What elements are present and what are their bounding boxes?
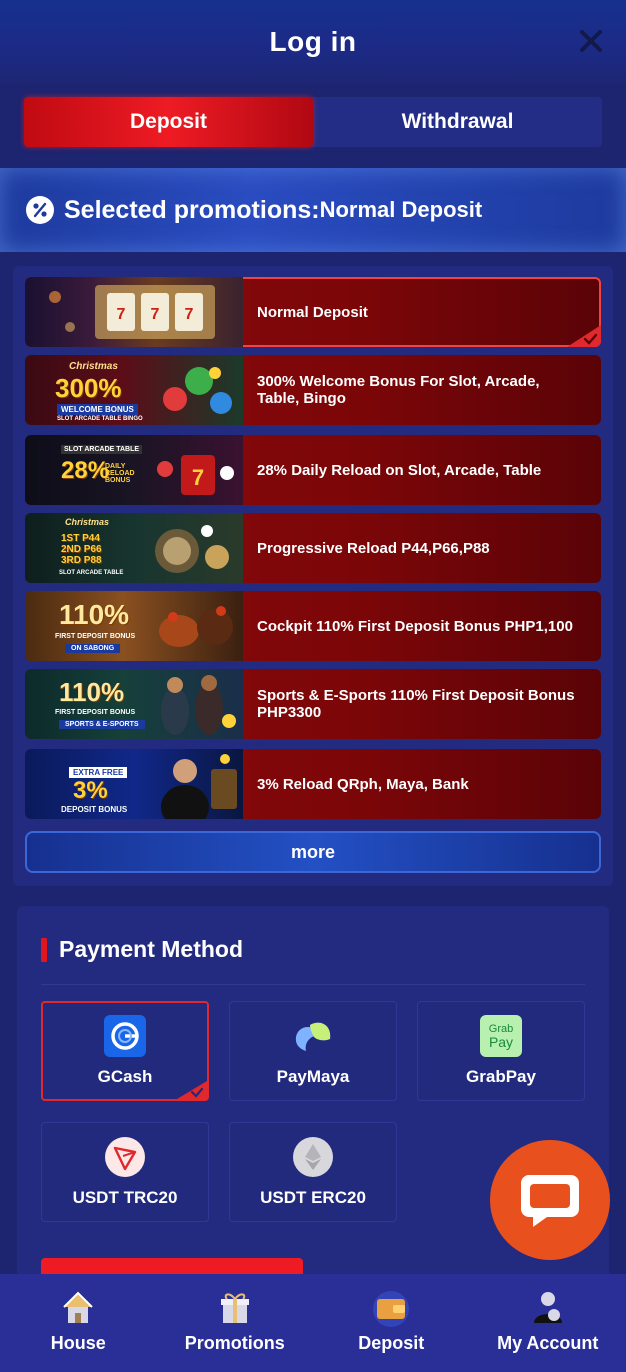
nav-label: Promotions xyxy=(184,1333,285,1353)
payment-option-usdt-erc20[interactable]: USDT ERC20 xyxy=(229,1122,397,1222)
thumb-text: SLOT ARCADE TABLE xyxy=(61,445,143,454)
payment-option-grabpay[interactable]: Grab Pay GrabPay xyxy=(417,1001,585,1101)
tron-icon xyxy=(104,1136,146,1178)
thumb-big-text: 110% xyxy=(59,677,125,707)
promo-label: 28% Daily Reload on Slot, Arcade, Table xyxy=(257,461,542,479)
payment-option-name: PayMaya xyxy=(276,1067,350,1086)
account-icon xyxy=(528,1287,568,1327)
thumb-line: 3RD P88 xyxy=(61,555,102,566)
nav-label: House xyxy=(50,1333,106,1353)
svg-text:7: 7 xyxy=(185,306,194,323)
payment-option-usdt-trc20[interactable]: USDT TRC20 xyxy=(41,1122,209,1222)
promo-label: Cockpit 110% First Deposit Bonus PHP1,10… xyxy=(257,617,573,635)
slot-machine-thumbnail: 7 7 7 xyxy=(25,277,243,347)
promo-thumbnail: EXTRA FREE 3% DEPOSIT BONUS xyxy=(25,749,243,819)
nav-label: Deposit xyxy=(358,1333,425,1353)
promo-item[interactable]: EXTRA FREE 3% DEPOSIT BONUS 3% Reload QR… xyxy=(25,749,601,819)
payment-method-heading: Payment Method xyxy=(41,936,243,963)
thumb-big-text: 110% xyxy=(59,599,130,630)
nav-item-my-account[interactable]: My Account xyxy=(470,1274,626,1372)
selected-check-icon xyxy=(177,1081,207,1099)
grabpay-icon: Grab Pay xyxy=(480,1015,522,1057)
promo-item[interactable]: 110% FIRST DEPOSIT BONUS ON SABONG Cockp… xyxy=(25,591,601,661)
promo-item[interactable]: Christmas 300% WELCOME BONUS SLOT ARCADE… xyxy=(25,355,601,425)
promo-label: Sports & E-Sports 110% First Deposit Bon… xyxy=(257,687,575,721)
thumb-text: SLOT ARCADE TABLE xyxy=(59,570,124,576)
promotions-list: 7 7 7 Normal Deposit Christmas 300% WELC… xyxy=(13,266,613,886)
promo-label: 3% Reload QRph, Maya, Bank xyxy=(257,775,469,793)
thumb-text: DAILY RELOAD BONUS xyxy=(105,463,135,484)
bottom-nav: House Promotions Deposit My Account xyxy=(0,1274,626,1372)
payment-option-name: USDT ERC20 xyxy=(260,1188,366,1207)
nav-item-deposit[interactable]: Deposit xyxy=(313,1274,470,1372)
deposit-withdrawal-tabs: Deposit Withdrawal xyxy=(24,97,602,147)
promo-thumbnail: SLOT ARCADE TABLE 28% DAILY RELOAD BONUS… xyxy=(25,435,243,505)
tab-withdrawal[interactable]: Withdrawal xyxy=(313,97,602,147)
thumb-text: FIRST DEPOSIT BONUS xyxy=(55,709,136,716)
svg-text:7: 7 xyxy=(192,465,204,490)
paymaya-icon xyxy=(292,1015,334,1057)
payment-option-name: USDT TRC20 xyxy=(72,1188,178,1207)
nav-item-promotions[interactable]: Promotions xyxy=(157,1274,314,1372)
thumb-line: 2ND P66 xyxy=(61,544,102,555)
live-chat-button[interactable] xyxy=(490,1140,610,1260)
gift-icon xyxy=(215,1287,255,1327)
close-icon[interactable] xyxy=(576,26,606,56)
selected-promotions-banner: Selected promotions: Normal Deposit xyxy=(0,168,626,252)
promo-item[interactable]: SLOT ARCADE TABLE 28% DAILY RELOAD BONUS… xyxy=(25,435,601,505)
nav-label: My Account xyxy=(497,1333,599,1353)
tab-deposit[interactable]: Deposit xyxy=(24,97,313,147)
selected-check-icon xyxy=(567,325,601,347)
payment-method-title: Payment Method xyxy=(59,936,244,962)
thumb-big-text: 28% xyxy=(61,457,110,484)
wallet-icon xyxy=(371,1287,411,1327)
svg-text:7: 7 xyxy=(117,306,126,323)
thumb-big-text: 3% xyxy=(73,777,108,804)
grabpay-icon-text: Pay xyxy=(488,1033,514,1050)
thumb-text: WELCOME BONUS xyxy=(57,404,138,415)
percent-icon xyxy=(26,196,54,224)
promo-label: Progressive Reload P44,P66,P88 xyxy=(257,539,490,557)
promo-thumbnail: 110% FIRST DEPOSIT BONUS SPORTS & E-SPOR… xyxy=(25,669,243,739)
promo-label: Normal Deposit xyxy=(257,303,368,321)
grabpay-icon-text: Grab xyxy=(488,1022,514,1035)
house-icon xyxy=(58,1287,98,1327)
selected-promotions-value: Normal Deposit xyxy=(319,197,483,222)
page-title: Log in xyxy=(269,26,357,57)
heading-accent-bar xyxy=(41,937,47,962)
gcash-icon xyxy=(104,1015,146,1057)
promo-thumbnail: 110% FIRST DEPOSIT BONUS ON SABONG xyxy=(25,591,243,661)
promo-thumbnail: Christmas 300% WELCOME BONUS SLOT ARCADE… xyxy=(25,355,243,425)
promo-label: 300% Welcome Bonus For Slot, Arcade, Tab… xyxy=(257,373,540,407)
thumb-text: FIRST DEPOSIT BONUS xyxy=(55,633,136,640)
thumb-text: Christmas xyxy=(65,517,110,527)
divider xyxy=(41,984,585,985)
chat-bubble-icon xyxy=(521,1175,579,1227)
header: Log in xyxy=(0,0,626,84)
promo-item[interactable]: Christmas 1ST P44 2ND P66 3RD P88 SLOT A… xyxy=(25,513,601,583)
promo-item[interactable]: 7 7 7 Normal Deposit xyxy=(25,277,601,347)
payment-option-name: GCash xyxy=(97,1067,153,1086)
selected-promotions-label: Selected promotions: xyxy=(64,195,320,224)
thumb-text: DEPOSIT BONUS xyxy=(61,805,128,814)
thumb-big-text: 300% xyxy=(55,373,122,403)
more-button[interactable]: more xyxy=(25,831,601,873)
payment-option-name: GrabPay xyxy=(466,1067,536,1086)
ethereum-icon xyxy=(292,1136,334,1178)
thumb-text: ON SABONG xyxy=(65,644,121,653)
thumb-text: SLOT ARCADE TABLE BINGO xyxy=(57,416,143,422)
promo-thumbnail: Christmas 1ST P44 2ND P66 3RD P88 SLOT A… xyxy=(25,513,243,583)
svg-text:7: 7 xyxy=(151,306,160,323)
thumb-text: Christmas xyxy=(69,361,118,372)
nav-item-house[interactable]: House xyxy=(0,1274,157,1372)
payment-option-paymaya[interactable]: PayMaya xyxy=(229,1001,397,1101)
thumb-line: 1ST P44 xyxy=(61,533,100,544)
payment-option-gcash[interactable]: GCash xyxy=(41,1001,209,1101)
promo-item[interactable]: 110% FIRST DEPOSIT BONUS SPORTS & E-SPOR… xyxy=(25,669,601,739)
thumb-text: SPORTS & E-SPORTS xyxy=(59,720,145,729)
